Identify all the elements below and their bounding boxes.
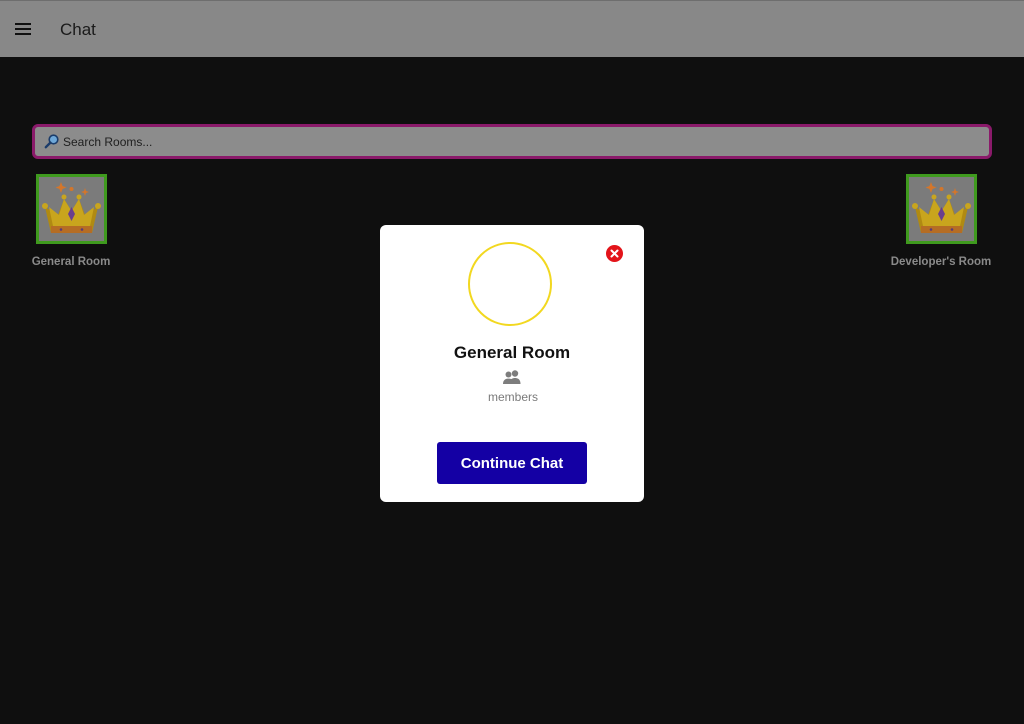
room-details-dialog: General Room members Continue Chat bbox=[380, 225, 644, 502]
room-avatar-placeholder bbox=[468, 242, 552, 326]
continue-chat-button[interactable]: Continue Chat bbox=[437, 442, 587, 484]
room-card-general[interactable]: General Room bbox=[16, 174, 126, 268]
top-app-bar: Chat bbox=[0, 0, 1024, 57]
room-card-developers[interactable]: Developer's Room bbox=[886, 174, 996, 268]
crown-icon bbox=[911, 182, 971, 233]
close-icon[interactable] bbox=[606, 245, 623, 262]
app-title: Chat bbox=[60, 20, 96, 39]
dialog-title: General Room bbox=[453, 343, 571, 362]
search-input[interactable] bbox=[63, 127, 963, 156]
room-avatar[interactable] bbox=[905, 174, 977, 244]
room-name: Developer's Room bbox=[890, 256, 992, 268]
search-bar[interactable] bbox=[32, 124, 992, 159]
hamburger-menu-icon[interactable] bbox=[12, 19, 34, 39]
room-name: General Room bbox=[31, 256, 111, 268]
people-icon bbox=[503, 370, 521, 384]
crown-icon bbox=[41, 182, 101, 233]
members-label: members bbox=[487, 390, 538, 404]
magnifier-icon bbox=[44, 134, 59, 149]
room-avatar[interactable] bbox=[35, 174, 107, 244]
chat-app: Chat General bbox=[0, 0, 1024, 724]
